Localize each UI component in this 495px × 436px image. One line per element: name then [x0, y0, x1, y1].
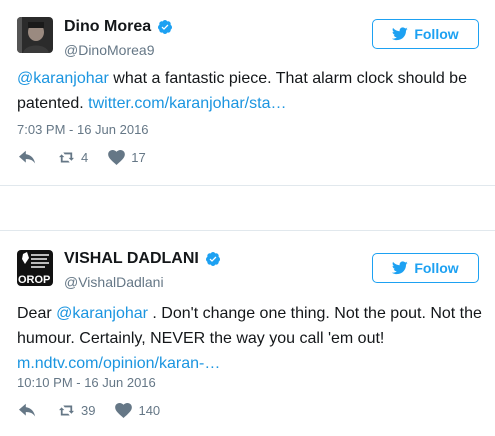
twitter-bird-icon	[392, 261, 409, 275]
verified-badge-icon	[205, 252, 220, 266]
retweet-count: 4	[81, 150, 89, 165]
reply-icon	[19, 403, 36, 417]
author-name[interactable]: VISHAL DADLANI	[64, 250, 199, 268]
retweet-button[interactable]: 39	[58, 403, 95, 418]
like-button[interactable]: 17	[108, 150, 146, 165]
verified-badge-icon	[158, 20, 173, 34]
avatar-photo-icon	[17, 17, 53, 53]
tweet-actions: 4 17	[19, 150, 166, 165]
author-line: Dino Morea	[64, 18, 173, 36]
avatar-logo-icon: OROP	[17, 250, 53, 286]
like-button[interactable]: 140	[115, 403, 160, 418]
like-count: 17	[131, 150, 146, 165]
url-link[interactable]: m.ndtv.com/opinion/karan-…	[17, 355, 220, 372]
tweet-prefix: Dear	[17, 305, 57, 322]
author-handle[interactable]: @VishalDadlani	[64, 274, 164, 290]
follow-label: Follow	[414, 26, 459, 42]
avatar-text: OROP	[18, 274, 50, 286]
reply-button[interactable]	[19, 150, 36, 165]
follow-button[interactable]: Follow	[372, 19, 479, 49]
mention-link[interactable]: @karanjohar	[17, 70, 109, 87]
tweet-card: Dino Morea @DinoMorea9 Follow @karanjoha…	[0, 0, 495, 186]
timestamp[interactable]: 10:10 PM - 16 Jun 2016	[17, 375, 156, 390]
reply-icon	[19, 150, 36, 164]
mention-link[interactable]: @karanjohar	[56, 305, 148, 322]
avatar[interactable]	[17, 17, 53, 53]
timestamp[interactable]: 7:03 PM - 16 Jun 2016	[17, 122, 149, 137]
tweet-text: Dear @karanjohar . Don't change one thin…	[17, 301, 482, 376]
url-link[interactable]: twitter.com/karanjohar/sta…	[88, 95, 286, 112]
avatar[interactable]: OROP	[17, 250, 53, 286]
like-count: 140	[138, 403, 161, 418]
heart-icon	[115, 403, 133, 418]
tweet-card: OROP VISHAL DADLANI @VishalDadlani Follo…	[0, 230, 495, 436]
retweet-button[interactable]: 4	[58, 150, 88, 165]
follow-label: Follow	[414, 260, 459, 276]
author-handle[interactable]: @DinoMorea9	[64, 42, 154, 58]
twitter-bird-icon	[392, 27, 409, 41]
retweet-icon	[59, 152, 74, 163]
tweet-actions: 39 140	[19, 403, 180, 418]
heart-icon	[108, 150, 126, 165]
author-line: VISHAL DADLANI	[64, 250, 221, 268]
retweet-icon	[59, 405, 74, 416]
retweet-count: 39	[81, 403, 96, 418]
follow-button[interactable]: Follow	[372, 253, 479, 283]
tweet-text: @karanjohar what a fantastic piece. That…	[17, 66, 482, 116]
author-name[interactable]: Dino Morea	[64, 18, 151, 36]
reply-button[interactable]	[19, 403, 36, 418]
